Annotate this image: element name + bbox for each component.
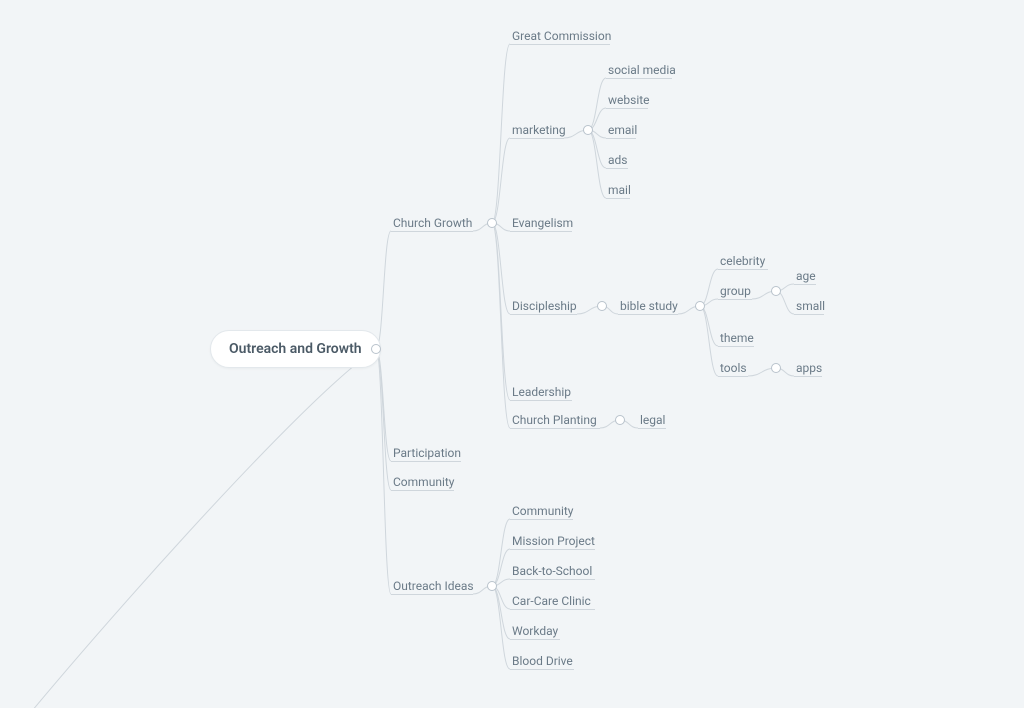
outreach-child-5[interactable]: Blood Drive	[512, 653, 573, 669]
node-underline	[718, 376, 748, 377]
marketing-child-0[interactable]: social media	[608, 62, 676, 78]
church-growth-child-leadership[interactable]: Leadership	[512, 384, 571, 400]
node-underline	[606, 108, 648, 109]
marketing-child-3[interactable]: ads	[608, 152, 628, 168]
node-underline	[510, 519, 573, 520]
church-growth-child-evangelism[interactable]: Evangelism	[512, 215, 573, 231]
outreach-child-3[interactable]: Car-Care Clinic	[512, 593, 591, 609]
branch-church_growth[interactable]: Church Growth	[393, 215, 472, 231]
outreach-ideas-junction-dot	[487, 581, 497, 591]
church-growth-child-discipleship[interactable]: Discipleship	[512, 298, 577, 314]
node-underline	[606, 198, 630, 199]
node-underline	[510, 400, 572, 401]
church-planting-junction-dot	[615, 415, 625, 425]
bible-study-child-2[interactable]: theme	[720, 330, 754, 346]
node-underline	[606, 78, 672, 79]
node-underline	[510, 579, 595, 580]
node-underline	[794, 314, 824, 315]
group-junction-dot	[771, 286, 781, 296]
node-underline	[391, 231, 473, 232]
node-underline	[606, 138, 636, 139]
node-underline	[618, 314, 678, 315]
root-junction-dot	[371, 344, 381, 354]
node-underline	[391, 461, 461, 462]
outreach-child-0[interactable]: Community	[512, 503, 573, 519]
node-underline	[638, 428, 666, 429]
outreach-child-4[interactable]: Workday	[512, 623, 558, 639]
bible-study-child-1[interactable]: group	[720, 283, 751, 299]
outreach-child-2[interactable]: Back-to-School	[512, 563, 592, 579]
tools-child-0[interactable]: apps	[796, 360, 822, 376]
church-growth-child-marketing[interactable]: marketing	[512, 122, 566, 138]
node-underline	[510, 44, 610, 45]
node-underline	[391, 594, 473, 595]
marketing-child-1[interactable]: website	[608, 92, 650, 108]
root-node[interactable]: Outreach and Growth	[210, 330, 381, 368]
node-underline	[510, 231, 572, 232]
node-underline	[718, 299, 752, 300]
tools-junction-dot	[771, 363, 781, 373]
bible-study-child-3[interactable]: tools	[720, 360, 747, 376]
node-underline	[510, 314, 577, 315]
node-underline	[510, 428, 600, 429]
church-planting-child-0[interactable]: legal	[640, 412, 665, 428]
church-growth-child-great_commission[interactable]: Great Commission	[512, 28, 611, 44]
marketing-child-2[interactable]: email	[608, 122, 637, 138]
node-underline	[510, 138, 564, 139]
marketing-junction-dot	[583, 125, 593, 135]
node-underline	[510, 609, 595, 610]
node-underline	[794, 284, 816, 285]
node-underline	[510, 549, 595, 550]
outreach-child-1[interactable]: Mission Project	[512, 533, 595, 549]
marketing-child-4[interactable]: mail	[608, 182, 631, 198]
church-growth-junction-dot	[487, 218, 497, 228]
node-underline	[510, 669, 574, 670]
discipleship-child-bible_study[interactable]: bible study	[620, 298, 678, 314]
branch-participation[interactable]: Participation	[393, 445, 461, 461]
node-underline	[510, 639, 560, 640]
node-underline	[391, 490, 454, 491]
bible-study-junction-dot	[695, 301, 705, 311]
discipleship-junction-dot	[597, 301, 607, 311]
group-child-1[interactable]: small	[796, 298, 825, 314]
bible-study-child-0[interactable]: celebrity	[720, 253, 765, 269]
node-underline	[794, 376, 822, 377]
branch-outreach_ideas[interactable]: Outreach Ideas	[393, 578, 474, 594]
node-underline	[606, 168, 628, 169]
group-child-0[interactable]: age	[796, 268, 816, 284]
node-underline	[718, 269, 768, 270]
branch-community[interactable]: Community	[393, 474, 454, 490]
mindmap-canvas[interactable]: Outreach and Growth Church Growth Particip…	[0, 0, 1024, 708]
node-underline	[718, 346, 754, 347]
church-growth-child-church_planting[interactable]: Church Planting	[512, 412, 597, 428]
